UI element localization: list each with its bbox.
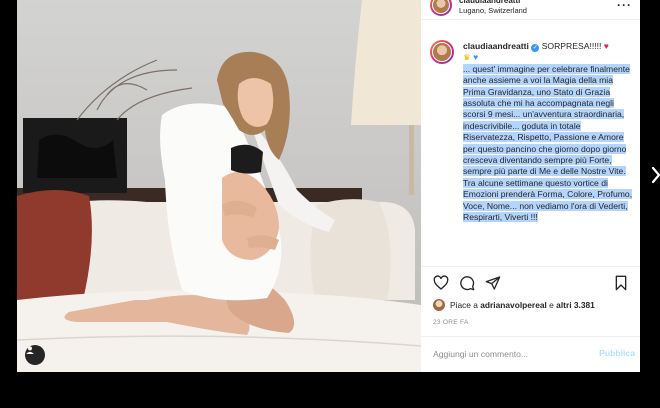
- red-pillow: [17, 190, 92, 312]
- likes-user[interactable]: adrianavolpereal: [480, 300, 547, 310]
- likes-text[interactable]: Piace a adrianavolpereal e altri 3.381: [450, 300, 595, 310]
- post-header: claudiaandreatti Lugano, Switzerland ···: [421, 0, 640, 20]
- side-panel: claudiaandreatti Lugano, Switzerland ···…: [421, 0, 640, 372]
- publish-button[interactable]: Pubblica: [599, 348, 635, 358]
- caption-body: ... quest' immagine per celebrare finalm…: [463, 63, 633, 223]
- header-username[interactable]: claudiaandreatti: [459, 0, 520, 5]
- lamp-shade: [351, 0, 421, 125]
- crown-icon: ♛: [463, 52, 471, 63]
- share-icon[interactable]: [485, 275, 501, 291]
- post-photo[interactable]: [17, 0, 421, 372]
- caption-username[interactable]: claudiaandreatti: [463, 41, 529, 51]
- likes-mid: e: [549, 300, 554, 310]
- caption-headline: SORPRESA!!!!!: [541, 41, 602, 51]
- lamp-pole: [409, 125, 414, 195]
- post-modal: claudiaandreatti Lugano, Switzerland ···…: [17, 0, 640, 372]
- post-timestamp[interactable]: 23 ORE FA: [433, 319, 469, 326]
- user-tag-icon: [26, 346, 34, 354]
- photo-illustration: [17, 0, 421, 372]
- black-bra: [231, 144, 263, 174]
- comments-section: claudiaandreatti ✓ SORPRESA!!!!! ♥ ♛ ♥ .…: [421, 32, 640, 256]
- add-comment-bar: Pubblica: [421, 336, 640, 372]
- liker-avatar[interactable]: [433, 299, 445, 311]
- caption-avatar[interactable]: [430, 40, 454, 64]
- verified-badge-icon: ✓: [531, 44, 540, 52]
- location-link[interactable]: Lugano, Switzerland: [459, 6, 527, 15]
- bookmark-icon[interactable]: [613, 275, 629, 291]
- action-bar: [421, 266, 640, 302]
- heart-outline-icon[interactable]: [433, 275, 449, 291]
- header-avatar[interactable]: [430, 0, 452, 16]
- red-heart-icon: ♥: [603, 41, 609, 51]
- post-caption: claudiaandreatti ✓ SORPRESA!!!!! ♥ ♛ ♥ .…: [463, 41, 633, 224]
- user-tag-button[interactable]: [25, 345, 45, 365]
- blue-heart-icon: ♥: [473, 52, 479, 63]
- more-options-icon[interactable]: ···: [617, 0, 632, 12]
- likes-count[interactable]: altri 3.381: [556, 300, 595, 310]
- likes-prefix: Piace a: [450, 300, 478, 310]
- comment-input[interactable]: [433, 346, 583, 362]
- likes-row: Piace a adrianavolpereal e altri 3.381: [433, 298, 595, 312]
- comment-icon[interactable]: [459, 275, 475, 291]
- chevron-right-icon[interactable]: [651, 166, 660, 184]
